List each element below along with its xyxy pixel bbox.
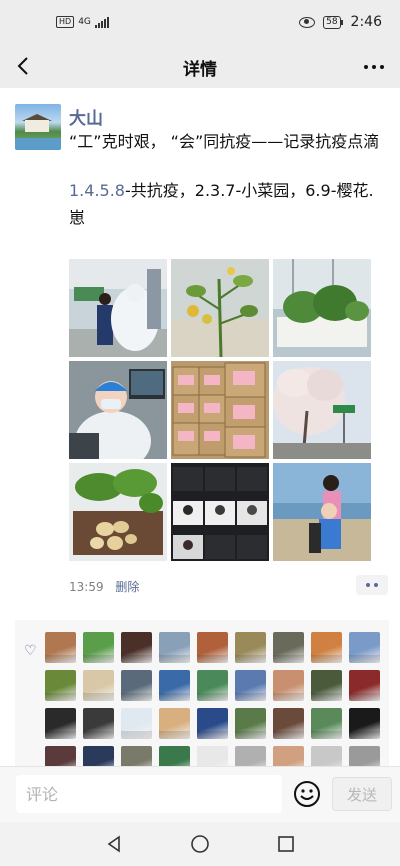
liker-avatar[interactable] bbox=[273, 632, 304, 663]
battery-icon: 58 bbox=[323, 15, 343, 29]
liker-avatar[interactable] bbox=[349, 708, 380, 739]
circle-home-icon[interactable] bbox=[190, 834, 210, 854]
caption-link[interactable]: 1.4.5.8 bbox=[69, 181, 125, 200]
hd-badge: HD bbox=[56, 16, 75, 28]
square-recents-icon[interactable] bbox=[276, 834, 296, 854]
post-text: “工”克时艰， “会”同抗疫——记录抗疫点滴 1.4.5.8-共抗疫，2.3.7… bbox=[69, 128, 387, 231]
photo-cherry-blossoms[interactable] bbox=[273, 361, 371, 459]
liker-avatar[interactable] bbox=[349, 632, 380, 663]
liker-avatar[interactable] bbox=[121, 708, 152, 739]
liker-avatar[interactable] bbox=[235, 632, 266, 663]
photo-grid bbox=[69, 259, 373, 561]
liker-avatar[interactable] bbox=[159, 670, 190, 701]
liker-avatar[interactable] bbox=[45, 708, 76, 739]
network-indicator: HD 4G bbox=[56, 16, 109, 28]
post-meta: 13:59 删除 bbox=[69, 578, 139, 595]
liker-avatar[interactable] bbox=[235, 670, 266, 701]
post-time: 13:59 bbox=[69, 580, 104, 594]
liker-avatar[interactable] bbox=[197, 632, 228, 663]
network-type: 4G bbox=[78, 17, 91, 27]
liker-avatar[interactable] bbox=[83, 632, 114, 663]
comment-input[interactable] bbox=[16, 775, 282, 813]
liker-avatar[interactable] bbox=[273, 708, 304, 739]
battery-level: 58 bbox=[323, 15, 341, 29]
post-actions-button[interactable] bbox=[356, 575, 388, 595]
nav-bar: 详情 bbox=[0, 44, 400, 88]
photo-balcony-planter[interactable] bbox=[273, 259, 371, 357]
system-nav-bar bbox=[0, 822, 400, 866]
post-caption: 1.4.5.8-共抗疫，2.3.7-小菜园，6.9-樱花.崽 bbox=[69, 177, 387, 231]
author-avatar[interactable] bbox=[15, 104, 61, 150]
liker-avatar[interactable] bbox=[311, 670, 342, 701]
liker-avatar[interactable] bbox=[159, 708, 190, 739]
status-bar: HD 4G 58 2:46 bbox=[0, 0, 400, 44]
send-button[interactable]: 发送 bbox=[332, 777, 392, 811]
liker-avatar[interactable] bbox=[197, 670, 228, 701]
comment-bar: 发送 bbox=[0, 766, 400, 823]
liker-avatar[interactable] bbox=[311, 632, 342, 663]
liker-avatar[interactable] bbox=[197, 708, 228, 739]
liker-avatar[interactable] bbox=[83, 708, 114, 739]
smiley-face-icon[interactable] bbox=[293, 780, 321, 808]
eye-comfort-icon bbox=[299, 16, 316, 28]
photo-tomato-plant[interactable] bbox=[171, 259, 269, 357]
heart-icon: ♡ bbox=[24, 643, 37, 659]
photo-child-at-riverside[interactable] bbox=[273, 463, 371, 561]
likes-panel: ♡ bbox=[15, 620, 389, 770]
liker-avatar[interactable] bbox=[235, 708, 266, 739]
photo-harvested-potatoes[interactable] bbox=[69, 463, 167, 561]
liker-avatar[interactable] bbox=[45, 632, 76, 663]
photo-worker-in-protective-suit[interactable] bbox=[69, 361, 167, 459]
liker-avatar[interactable] bbox=[349, 670, 380, 701]
post-title: “工”克时艰， “会”同抗疫——记录抗疫点滴 bbox=[69, 132, 380, 151]
delete-link[interactable]: 删除 bbox=[115, 580, 139, 594]
author-name[interactable]: 大山 bbox=[69, 104, 103, 129]
photo-volunteer-ppe[interactable] bbox=[69, 259, 167, 357]
liker-avatar[interactable] bbox=[273, 670, 304, 701]
signal-bars-icon bbox=[94, 16, 109, 28]
photo-supply-boxes[interactable] bbox=[171, 361, 269, 459]
triangle-back-icon[interactable] bbox=[104, 834, 124, 854]
liker-avatar[interactable] bbox=[159, 632, 190, 663]
photo-video-conference[interactable] bbox=[171, 463, 269, 561]
liker-avatar[interactable] bbox=[45, 670, 76, 701]
liker-avatar[interactable] bbox=[83, 670, 114, 701]
liker-avatar[interactable] bbox=[121, 632, 152, 663]
liker-avatar[interactable] bbox=[121, 670, 152, 701]
page-title: 详情 bbox=[183, 60, 217, 80]
liker-avatar[interactable] bbox=[311, 708, 342, 739]
clock: 2:46 bbox=[350, 14, 382, 30]
more-dots-icon[interactable] bbox=[362, 54, 386, 78]
